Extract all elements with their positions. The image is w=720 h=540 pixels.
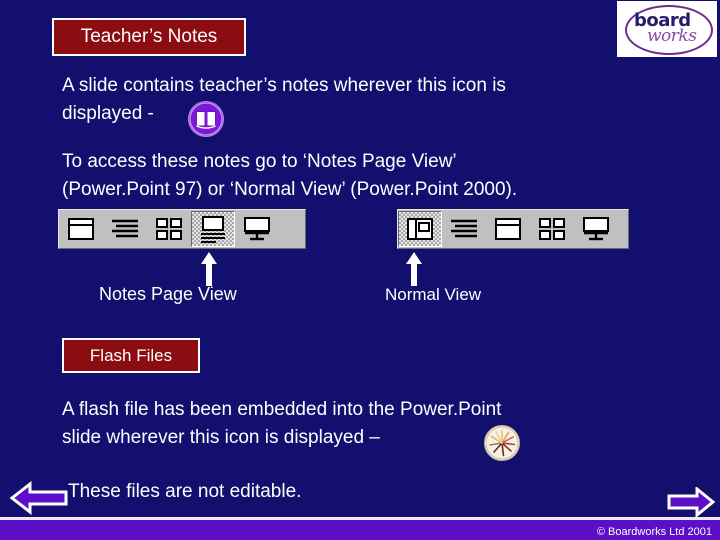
powerpoint-2000-view-toolbar bbox=[397, 209, 629, 249]
heading-flash-files: Flash Files bbox=[62, 338, 200, 373]
logo-dots: ... bbox=[698, 38, 709, 48]
slide-sorter-view-button[interactable] bbox=[147, 211, 191, 247]
heading-teachers-notes: Teacher’s Notes bbox=[52, 18, 246, 56]
slide-show-view-button[interactable] bbox=[574, 211, 618, 247]
slide-sorter-view-button[interactable] bbox=[530, 211, 574, 247]
logo-word-works: works bbox=[647, 26, 697, 46]
open-book-icon bbox=[188, 101, 224, 137]
paragraph-not-editable: These files are not editable. bbox=[68, 481, 302, 502]
slide-show-view-button[interactable] bbox=[235, 211, 279, 247]
footer-bar: © Boardworks Ltd 2001 bbox=[0, 520, 720, 540]
previous-slide-arrow[interactable] bbox=[9, 480, 68, 520]
copyright-text: © Boardworks Ltd 2001 bbox=[596, 526, 712, 538]
powerpoint-97-view-toolbar bbox=[58, 209, 306, 249]
paragraph-flash-embedded: A flash file has been embedded into the … bbox=[62, 399, 502, 448]
paragraph-access-notes: To access these notes go to ‘Notes Page … bbox=[62, 151, 518, 200]
caption-notes-page-view: Notes Page View bbox=[99, 284, 237, 304]
notes-page-view-button[interactable] bbox=[191, 211, 235, 247]
slide-view-button[interactable] bbox=[486, 211, 530, 247]
paragraph-notes-icon: A slide contains teacher’s notes whereve… bbox=[62, 75, 506, 124]
caption-normal-view: Normal View bbox=[385, 285, 482, 304]
boardworks-logo: board works ... bbox=[617, 1, 717, 57]
normal-view-button[interactable] bbox=[398, 211, 442, 247]
slide-canvas: board works ... Teacher’s Notes A slide … bbox=[0, 0, 720, 540]
flash-starburst-icon bbox=[484, 425, 520, 461]
outline-view-button[interactable] bbox=[442, 211, 486, 247]
outline-view-button[interactable] bbox=[103, 211, 147, 247]
slide-view-button[interactable] bbox=[59, 211, 103, 247]
